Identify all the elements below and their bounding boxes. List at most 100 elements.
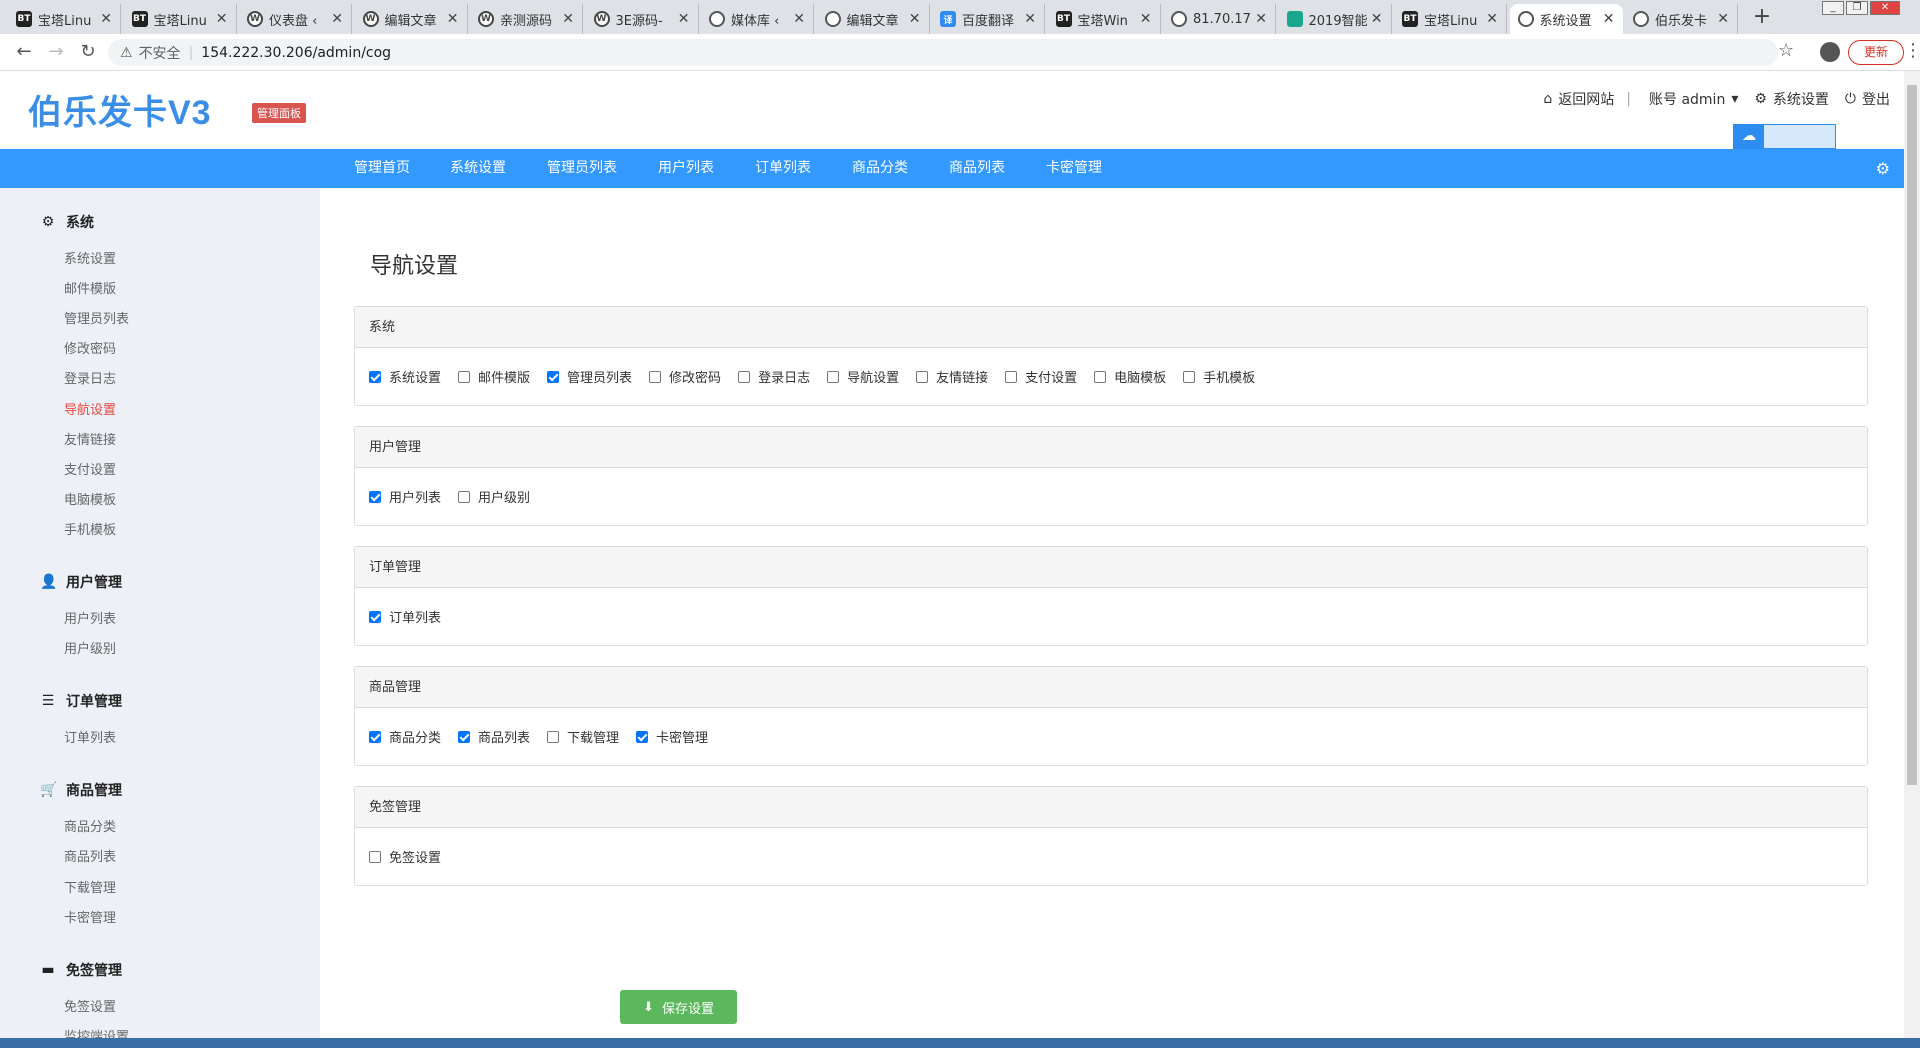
browser-tab[interactable]: W 编辑文章 ✕ [355, 4, 468, 34]
sidebar-item[interactable]: 监控端设置 [64, 1026, 129, 1038]
restore-button[interactable]: ❐ [1846, 1, 1868, 15]
site-logo[interactable]: 伯乐发卡V3 [28, 85, 212, 134]
checkbox[interactable] [369, 490, 381, 503]
tab-close-icon[interactable]: ✕ [1486, 11, 1498, 27]
nav-option[interactable]: 商品列表 [458, 727, 530, 746]
save-settings-button[interactable]: ⬇ 保存设置 [620, 990, 737, 1024]
back-to-site-link[interactable]: 返回网站 [1558, 89, 1614, 109]
nav-dashboard[interactable]: 管理首页 [354, 149, 410, 188]
nav-option[interactable]: 支付设置 [1005, 367, 1077, 386]
nav-option[interactable]: 邮件模版 [458, 367, 530, 386]
checkbox[interactable] [636, 730, 649, 743]
nav-system-settings[interactable]: 系统设置 [450, 149, 506, 188]
new-tab-button[interactable]: + [1748, 4, 1776, 32]
tab-close-icon[interactable]: ✕ [1371, 11, 1383, 27]
sidebar-item[interactable]: 管理员列表 [64, 308, 129, 327]
checkbox[interactable] [369, 730, 381, 743]
browser-tab[interactable]: 2019智能 ✕ [1279, 4, 1392, 34]
sidebar-item[interactable]: 修改密码 [64, 338, 116, 357]
sidebar-item[interactable]: 登录日志 [64, 368, 116, 387]
checkbox[interactable] [369, 850, 381, 863]
browser-tab[interactable]: BT 宝塔Linu ✕ [8, 4, 121, 34]
tab-close-icon[interactable]: ✕ [447, 11, 459, 27]
sidebar-item[interactable]: 商品列表 [64, 846, 116, 865]
checkbox[interactable] [458, 730, 471, 743]
browser-tab[interactable]: BT 宝塔Win ✕ [1048, 4, 1161, 34]
sidebar-item[interactable]: 友情链接 [64, 429, 116, 448]
tab-close-icon[interactable]: ✕ [909, 11, 921, 27]
logout-link[interactable]: 登出 [1862, 89, 1890, 109]
caret-down-icon[interactable]: ▾ [1731, 91, 1738, 107]
browser-tab[interactable]: W 仪表盘 ‹ ✕ [239, 4, 352, 34]
tab-close-icon[interactable]: ✕ [1255, 11, 1267, 27]
sidebar-item[interactable]: 免签设置 [64, 996, 116, 1015]
sidebar-item[interactable]: 用户级别 [64, 638, 116, 657]
update-button[interactable]: 更新 [1848, 40, 1904, 65]
nav-option[interactable]: 登录日志 [738, 367, 810, 386]
nav-user-list[interactable]: 用户列表 [658, 149, 714, 188]
cloud-widget[interactable]: ☁ [1733, 124, 1836, 149]
checkbox[interactable] [649, 370, 662, 383]
system-settings-link[interactable]: 系统设置 [1773, 89, 1829, 109]
nav-category[interactable]: 商品分类 [852, 149, 908, 188]
nav-admin-list[interactable]: 管理员列表 [547, 149, 617, 188]
sidebar-item[interactable]: 支付设置 [64, 459, 116, 478]
nav-product-list[interactable]: 商品列表 [949, 149, 1005, 188]
checkbox[interactable] [547, 370, 560, 383]
tab-close-icon[interactable]: ✕ [1717, 11, 1729, 27]
back-icon[interactable]: ← [12, 40, 36, 64]
browser-tab[interactable]: BT 宝塔Linu ✕ [1394, 4, 1507, 34]
browser-tab[interactable]: W 亲测源码 ✕ [470, 4, 583, 34]
url-field[interactable]: ⚠ 不安全 | 154.222.30.206/admin/cog [108, 39, 1778, 66]
sidebar-item[interactable]: 商品分类 [64, 816, 116, 835]
nav-option[interactable]: 修改密码 [649, 367, 721, 386]
tab-close-icon[interactable]: ✕ [1140, 11, 1152, 27]
tab-close-icon[interactable]: ✕ [1024, 11, 1036, 27]
nav-order-list[interactable]: 订单列表 [755, 149, 811, 188]
checkbox[interactable] [1094, 370, 1107, 383]
sidebar-item[interactable]: 下载管理 [64, 877, 116, 896]
tab-close-icon[interactable]: ✕ [793, 11, 805, 27]
checkbox[interactable] [369, 370, 381, 383]
nav-option[interactable]: 用户列表 [369, 487, 441, 506]
nav-option[interactable]: 订单列表 [369, 607, 441, 626]
browser-menu-icon[interactable]: ⋮ [1904, 40, 1920, 61]
tab-close-icon[interactable]: ✕ [1603, 11, 1615, 27]
browser-tab[interactable]: 81.70.17 ✕ [1163, 4, 1276, 34]
sidebar-item[interactable]: 用户列表 [64, 608, 116, 627]
scrollbar-thumb[interactable] [1907, 85, 1917, 785]
nav-option[interactable]: 商品分类 [369, 727, 441, 746]
minimize-button[interactable]: _ [1822, 1, 1844, 15]
browser-tab[interactable]: 媒体库 ‹ ✕ [701, 4, 814, 34]
checkbox[interactable] [369, 610, 381, 623]
sidebar-item[interactable]: 导航设置 [64, 399, 116, 418]
browser-tab[interactable]: 编辑文章 ✕ [817, 4, 930, 34]
tab-close-icon[interactable]: ✕ [216, 11, 228, 27]
checkbox[interactable] [458, 370, 471, 383]
close-window-button[interactable]: ✕ [1870, 1, 1900, 15]
sidebar-item[interactable]: 手机模板 [64, 519, 116, 538]
nav-option[interactable]: 电脑模板 [1094, 367, 1166, 386]
nav-card-keys[interactable]: 卡密管理 [1046, 149, 1102, 188]
checkbox[interactable] [1005, 370, 1018, 383]
tab-close-icon[interactable]: ✕ [100, 11, 112, 27]
nav-option[interactable]: 免签设置 [369, 847, 441, 866]
nav-option[interactable]: 导航设置 [827, 367, 899, 386]
checkbox[interactable] [827, 370, 840, 383]
browser-tab[interactable]: 伯乐发卡 ✕ [1625, 4, 1738, 34]
nav-option[interactable]: 管理员列表 [547, 367, 632, 386]
profile-avatar[interactable] [1820, 42, 1840, 62]
tab-close-icon[interactable]: ✕ [331, 11, 343, 27]
sidebar-item[interactable]: 邮件模版 [64, 278, 116, 297]
sidebar-item[interactable]: 卡密管理 [64, 907, 116, 926]
sidebar-item[interactable]: 电脑模板 [64, 489, 116, 508]
tab-close-icon[interactable]: ✕ [678, 11, 690, 27]
checkbox[interactable] [738, 370, 751, 383]
nav-gear-icon[interactable]: ⚙ [1876, 149, 1890, 188]
nav-option[interactable]: 手机模板 [1183, 367, 1255, 386]
account-dropdown[interactable]: 账号 admin [1649, 89, 1725, 109]
browser-tab[interactable]: BT 宝塔Linu ✕ [124, 4, 237, 34]
checkbox[interactable] [1183, 370, 1196, 383]
checkbox[interactable] [916, 370, 929, 383]
sidebar-item[interactable]: 订单列表 [64, 727, 116, 746]
